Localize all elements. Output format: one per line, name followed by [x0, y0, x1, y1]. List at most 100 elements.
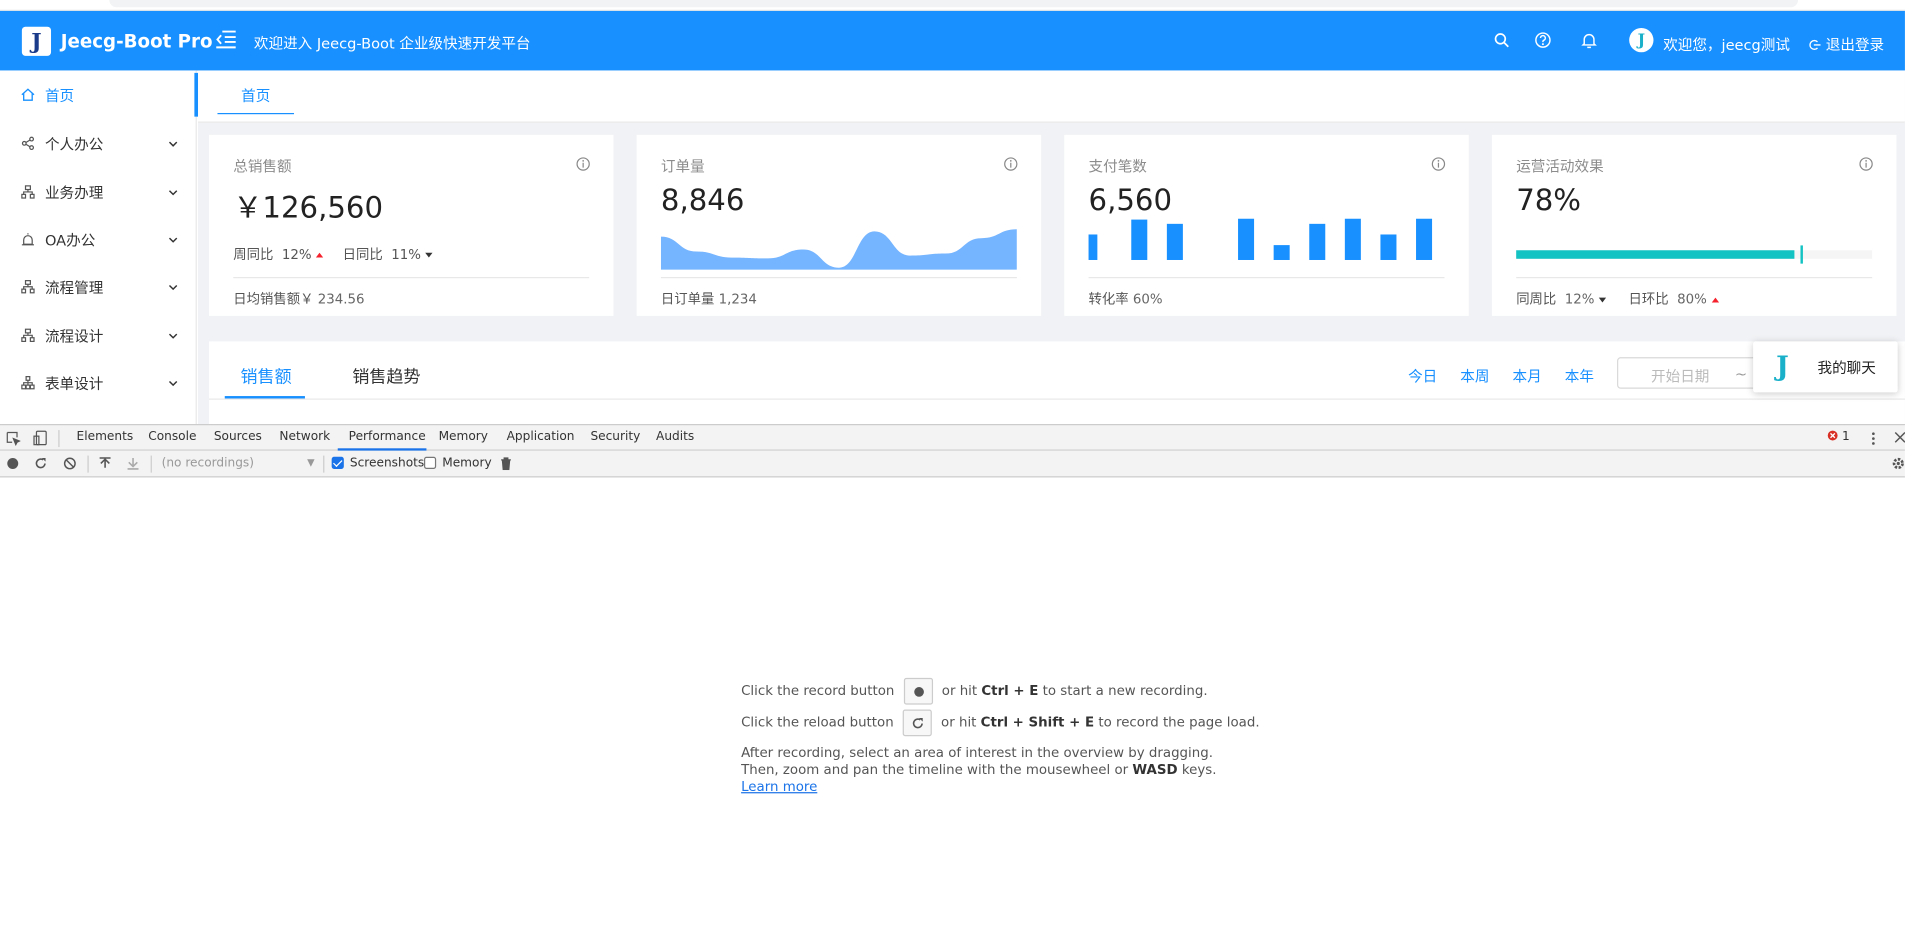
cluster-icon [21, 280, 35, 294]
memory-label: Memory [442, 456, 492, 471]
payment-bar [1131, 219, 1148, 260]
range-year[interactable]: 本年 [1565, 366, 1594, 387]
browser-chrome-strip [0, 0, 1905, 11]
tab-sales-trend[interactable]: 销售趋势 [352, 364, 420, 388]
divider [208, 398, 1905, 400]
divider [660, 276, 1017, 279]
record-icon[interactable] [6, 457, 19, 470]
info-icon[interactable] [1859, 157, 1874, 172]
error-counter[interactable]: 1 [1827, 430, 1850, 443]
user-avatar[interactable]: J [1629, 27, 1654, 53]
tab-sales[interactable]: 销售额 [241, 364, 292, 388]
chevron-down-icon [168, 141, 178, 147]
help-icon[interactable] [1534, 32, 1551, 49]
devtools-tab-performance[interactable]: Performance [349, 430, 426, 443]
devtools-tab-network[interactable]: Network [279, 430, 330, 443]
devtools-tab-elements[interactable]: Elements [77, 430, 134, 443]
range-week[interactable]: 本周 [1460, 366, 1489, 387]
memory-checkbox[interactable] [424, 456, 437, 469]
tab-home[interactable]: 首页 [217, 85, 295, 115]
bell-icon[interactable] [1581, 32, 1598, 49]
sidebar-item-form-design[interactable]: 表单设计 [0, 358, 197, 407]
chevron-down-icon [168, 284, 178, 290]
more-options-icon[interactable] [1867, 431, 1879, 446]
devtools-tab-sources[interactable]: Sources [214, 430, 262, 443]
learn-more-link[interactable]: Learn more [741, 779, 817, 795]
info-icon[interactable] [576, 157, 591, 172]
payment-bar [1309, 223, 1326, 260]
info-icon[interactable] [1004, 157, 1019, 172]
apartment-icon [21, 376, 35, 390]
sidebar: 首页 个人办公 业务办理 OA办公 流程管理 流程设计 表单设计 [0, 70, 199, 425]
devtools-tab-memory[interactable]: Memory [439, 430, 488, 443]
divider [1088, 276, 1445, 279]
cluster-icon [21, 328, 35, 342]
screenshots-checkbox[interactable] [331, 456, 344, 469]
sidebar-item-personal-office[interactable]: 个人办公 [0, 119, 197, 168]
address-bar[interactable] [109, 0, 1799, 8]
download-icon[interactable] [126, 457, 139, 470]
device-toolbar-icon[interactable] [33, 430, 48, 446]
my-chat-widget[interactable]: J 我的聊天 [1753, 341, 1898, 393]
orders-value: 8,846 [660, 183, 745, 218]
range-month[interactable]: 本月 [1513, 366, 1542, 387]
progress-target-marker [1800, 245, 1804, 264]
sidebar-item-process-mgmt[interactable]: 流程管理 [0, 262, 197, 311]
card-orders: 订单量 8,846 日订单量 1,234 [636, 134, 1042, 316]
user-greeting[interactable]: 欢迎您，jeecg测试 [1663, 34, 1790, 55]
divider [1516, 276, 1873, 279]
sidebar-item-process-design[interactable]: 流程设计 [0, 311, 197, 360]
settings-gear-icon[interactable] [1892, 457, 1905, 470]
search-icon[interactable] [1493, 32, 1510, 49]
progress-fill [1516, 250, 1794, 259]
record-button[interactable] [903, 677, 933, 705]
start-date-input[interactable]: 开始日期 [1651, 366, 1709, 387]
card-footer: 日订单量 1,234 [660, 291, 757, 308]
devtools-tab-audits[interactable]: Audits [656, 430, 694, 443]
payments-value: 6,560 [1088, 183, 1173, 218]
card-title: 总销售额 [233, 157, 292, 175]
error-icon [1827, 430, 1838, 441]
caret-up-icon [316, 252, 324, 258]
welcome-text: 欢迎进入 Jeecg-Boot 企业级快速开发平台 [253, 35, 531, 53]
menu-fold-icon[interactable] [215, 28, 237, 50]
close-icon[interactable] [1894, 431, 1905, 443]
trash-icon[interactable] [499, 457, 512, 471]
record-icon [913, 687, 924, 697]
inspect-element-icon[interactable] [6, 431, 21, 446]
orders-area-chart [660, 229, 1017, 270]
devtools-tab-security[interactable]: Security [590, 430, 640, 443]
devtools-tab-console[interactable]: Console [148, 430, 196, 443]
info-icon[interactable] [1431, 157, 1446, 172]
sidebar-item-home[interactable]: 首页 [0, 70, 199, 119]
app-logo: J [21, 26, 52, 56]
payment-bar [1238, 218, 1255, 260]
chevron-down-icon [168, 380, 178, 386]
card-total-sales: 总销售额 ￥126,560 周同比 12% 日同比 11% 日均销售额￥ 234… [208, 134, 614, 316]
card-title: 支付笔数 [1088, 157, 1147, 175]
main-content: 首页 总销售额 ￥126,560 周同比 12% 日同比 11% 日均销售额￥ … [198, 70, 1905, 425]
logout-button[interactable]: 退出登录 [1809, 34, 1884, 55]
clear-icon[interactable] [63, 457, 76, 470]
recordings-select[interactable]: (no recordings) ▼ [157, 454, 319, 473]
reload-icon[interactable] [34, 457, 47, 470]
reload-icon [912, 718, 924, 729]
devtools-tab-application[interactable]: Application [507, 430, 575, 443]
logout-icon [1809, 39, 1821, 50]
separator [150, 455, 152, 473]
sidebar-item-business[interactable]: 业务办理 [0, 168, 197, 217]
home-icon [21, 88, 35, 101]
card-footer: 日均销售额￥ 234.56 [233, 291, 365, 308]
ops-progress-bar [1516, 245, 1873, 264]
separator [58, 430, 60, 448]
payment-bar [1166, 223, 1183, 260]
chevron-down-icon [168, 189, 178, 195]
reload-button[interactable] [902, 709, 932, 737]
landing-line-select: After recording, select an area of inter… [741, 744, 1213, 761]
card-footer: 同周比 12% 日环比 80% [1516, 289, 1719, 308]
upload-icon[interactable] [98, 457, 111, 470]
sidebar-item-oa[interactable]: OA办公 [0, 215, 197, 264]
caret-up-icon [1711, 297, 1719, 303]
range-today[interactable]: 今日 [1408, 366, 1437, 387]
landing-line-reload: Click the reload button or hit Ctrl + Sh… [741, 709, 1260, 737]
